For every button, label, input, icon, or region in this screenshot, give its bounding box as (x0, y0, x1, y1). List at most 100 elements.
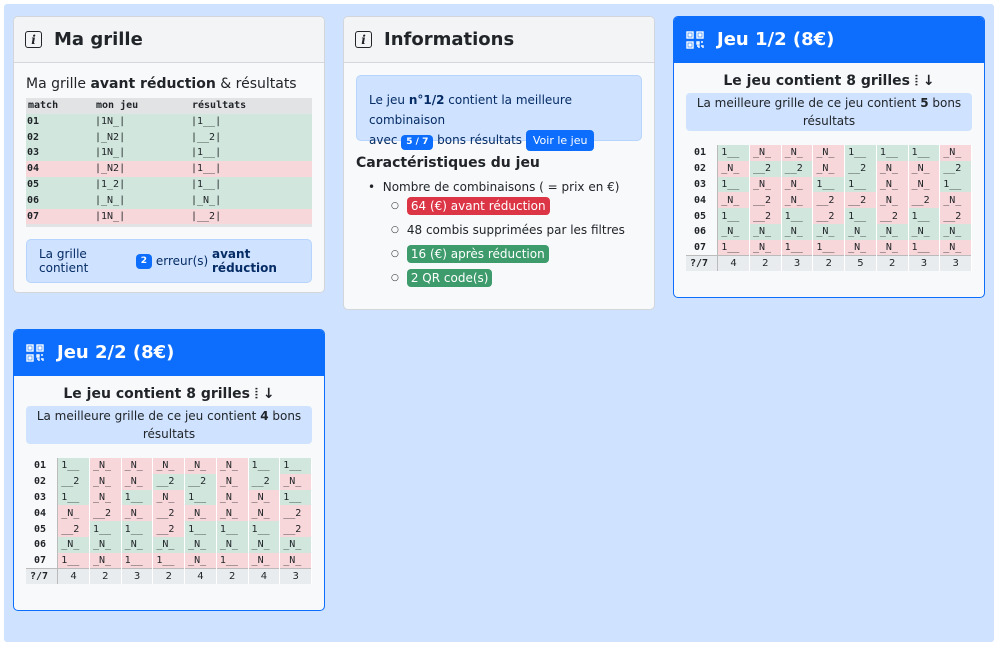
ma-grille-header: i Ma grille (14, 17, 324, 63)
jeu-cell: _N_ (749, 176, 782, 193)
jeu-cell: _N_ (749, 145, 782, 161)
info-line2-prefix: avec (369, 133, 398, 147)
bullet-circle-icon: ○ (391, 249, 399, 259)
grille-cell-match: 05 (27, 178, 40, 190)
jeu-cell: __2 (57, 521, 90, 537)
jeu-cell: _N_ (57, 505, 90, 522)
ma-grille-title: Ma grille (54, 29, 143, 50)
grille-header-cell: match (28, 100, 59, 111)
bullet-circle-icon: ○ (391, 225, 399, 235)
best-count: 5 (920, 96, 929, 110)
info-line1-prefix: Le jeu (369, 93, 409, 107)
jeu-cell: _N_ (89, 552, 122, 569)
jeu-cell: 1__ (717, 208, 750, 224)
qr-code-icon (25, 343, 45, 363)
jeu-row: 06 _N_ _N_ _N_ _N_ _N_ _N_ _N_ _N_ (26, 536, 312, 553)
grille-errors-alert: La grille contient 2 erreur(s) avant réd… (26, 239, 312, 284)
jeu-cell: _N_ (939, 192, 972, 209)
grille-cell-jeu: |_N2| (95, 163, 126, 175)
jeu-cell: _N_ (876, 192, 909, 209)
jeu-table: 01 1__ _N_ _N_ _N_ _N_ _N_ 1__ 1__ 02 __2 _N_ _N_ __2… (26, 458, 312, 585)
caracteristiques-list: ○ 64 (€) avant réduction ○ 48 combis suppri… (356, 194, 642, 290)
grille-cell-match: 01 (27, 115, 40, 127)
total-label: ?/7 (26, 568, 59, 585)
match-number: 07 (686, 239, 719, 256)
bullet-disc-icon: • (368, 180, 376, 194)
best-grid-info: La meilleure grille de ce jeu contient 5… (686, 93, 972, 131)
jeu-cell: _N_ (749, 223, 782, 240)
jeu-cell: _N_ (279, 536, 312, 553)
jeu-row: 02 _N_ __2 __2 _N_ __2 _N_ _N_ __2 (686, 160, 972, 177)
qr-code-icon (685, 30, 705, 50)
jeu-cell: _N_ (781, 145, 814, 161)
jeu-cell: _N_ (908, 176, 941, 193)
bullet-circle-icon: ○ (391, 273, 399, 283)
jeu-grilles-count[interactable]: Le jeu contient 8 grilles ⦙ ↓ (674, 73, 984, 89)
info-line1-bold: n°1/2 (408, 93, 445, 107)
total-cell: 3 (908, 255, 941, 272)
best-prefix: La meilleure grille de ce jeu contient (36, 409, 261, 423)
info-line2-suffix: bons résultats (437, 133, 523, 147)
best-combination-alert: Le jeu n°1/2 contient la meilleure combi… (356, 75, 642, 151)
total-cell: 2 (152, 568, 186, 585)
ma-grille-card: i Ma grille Ma grille avant réduction & … (13, 16, 325, 293)
jeu-cell: 1__ (844, 208, 877, 224)
jeu-cell: __2 (908, 192, 941, 209)
jeu-cell: _N_ (812, 145, 846, 161)
jeu-cell: 1__ (717, 176, 750, 193)
jeu-cell: _N_ (216, 458, 249, 474)
jeu-cell: _N_ (184, 505, 217, 522)
jeu-cell: __2 (781, 160, 814, 177)
jeu-row: 07 1__ _N_ 1__ 1__ _N_ 1__ _N_ _N_ (26, 552, 312, 569)
grille-cell-res: |__2| (191, 210, 222, 222)
match-number: 04 (26, 505, 59, 522)
alert-bold: avant réduction (212, 247, 277, 276)
jeu-cell: _N_ (216, 489, 249, 506)
grille-cell-res: |1__| (191, 178, 222, 190)
grille-cell-jeu: |1N_| (95, 115, 126, 127)
total-cell: 2 (89, 568, 122, 585)
best-count: 4 (260, 409, 269, 423)
caracteristique-text: 64 (€) avant réduction (406, 197, 550, 215)
jeu-cell: __2 (844, 160, 877, 177)
jeu-cell: _N_ (89, 473, 122, 490)
total-cell: 2 (216, 568, 249, 585)
jeu-cell: __2 (152, 521, 186, 537)
score-badge: 5 / 7 (401, 135, 434, 150)
jeu-cell: _N_ (152, 489, 186, 506)
jeu-cell: __2 (812, 208, 846, 224)
ma-grille-table: match mon jeu résultats 01 |1N_| |1__| 02 |_N2|… (26, 98, 312, 228)
caracteristique-item: ○ 48 combis supprimées par les filtres (391, 218, 642, 242)
totals-row: ?/7 4 2 3 2 5 2 3 3 (686, 255, 972, 272)
total-cell: 4 (184, 568, 217, 585)
total-cell: 4 (248, 568, 281, 585)
jeu-cell: _N_ (89, 489, 122, 506)
jeu-cell: _N_ (248, 536, 281, 553)
jeu-cell: _N_ (876, 176, 909, 193)
informations-card: i Informations Le jeu n°1/2 contient la … (343, 16, 655, 310)
jeu-table-wrap: 01 1__ _N_ _N_ _N_ 1__ 1__ 1__ _N_ 02 _N_ __2 __2 _N_… (686, 145, 972, 272)
info-icon: i (355, 31, 372, 48)
grille-cell-res: |1__| (191, 115, 222, 127)
jeu-cell: _N_ (248, 505, 281, 522)
jeu-title: Jeu 1/2 (8€) (717, 29, 835, 50)
grille-row: 03 |1N_| |1__| (26, 145, 312, 162)
grille-row: 01 |1N_| |1__| (26, 113, 312, 130)
match-number: 03 (26, 489, 59, 506)
grille-cell-res: |_N_| (191, 194, 222, 206)
caracteristiques: Caractéristiques du jeu • Nombre de comb… (356, 155, 642, 290)
match-number: 05 (686, 208, 719, 224)
total-cell: 3 (279, 568, 312, 585)
jeu-cell: 1__ (908, 239, 941, 256)
jeu-cell: __2 (812, 192, 846, 209)
jeu-table-wrap: 01 1__ _N_ _N_ _N_ _N_ _N_ 1__ 1__ 02 __2 _N_ _N_ __2… (26, 458, 312, 585)
grille-row: 04 |_N2| |1__| (26, 161, 312, 177)
grille-cell-match: 04 (27, 163, 40, 175)
jeu-cell: 1__ (781, 239, 814, 256)
jeu-cell: 1__ (216, 521, 249, 537)
jeu-grilles-count[interactable]: Le jeu contient 8 grilles ⦙ ↓ (14, 386, 324, 402)
voir-le-jeu-button[interactable]: Voir le jeu (525, 130, 595, 151)
jeu-cell: _N_ (876, 223, 909, 240)
jeu-cell: 1__ (57, 552, 90, 569)
bullet-circle-icon: ○ (391, 201, 399, 211)
